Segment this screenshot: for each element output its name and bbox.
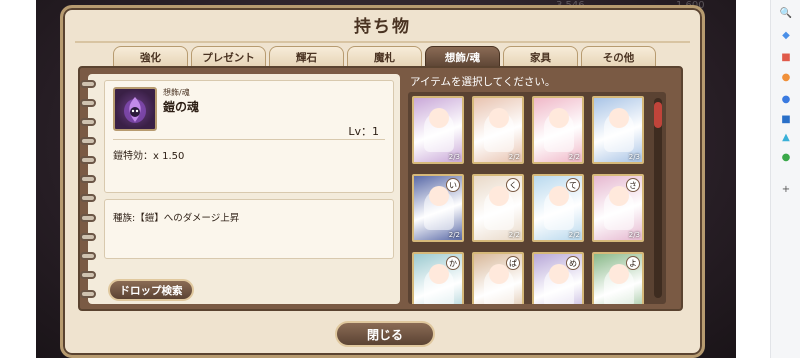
item-card[interactable]: 2/2	[472, 96, 524, 164]
dialog-title: 持ち物	[354, 17, 411, 37]
tab-accessory-soul[interactable]: 想飾/魂	[425, 46, 500, 68]
card-badge: い	[446, 178, 460, 192]
character-head	[429, 186, 449, 206]
grid-instruction: アイテムを選択してください。	[410, 76, 556, 88]
item-card[interactable]: 2/3	[412, 96, 464, 164]
inventory-dialog: 持ち物 強化 プレゼント 輝石 魔札 想飾/魂 家具 その他 想飾/魂 鎧の魂 …	[60, 5, 705, 358]
search-icon[interactable]: 🔍	[779, 6, 793, 20]
ring	[80, 194, 96, 203]
browser-margin	[736, 0, 770, 358]
card-count: 2/2	[508, 153, 520, 161]
card-divider	[113, 139, 385, 140]
character-head	[429, 264, 449, 284]
item-card[interactable]: て 2/2	[532, 174, 584, 242]
ring	[80, 213, 96, 222]
scroll-thumb[interactable]	[654, 102, 662, 128]
item-card[interactable]: よ	[592, 252, 644, 304]
tab-furniture[interactable]: 家具	[503, 46, 578, 68]
card-badge: よ	[626, 256, 640, 270]
card-count: 2/3	[628, 153, 640, 161]
character-head	[549, 186, 569, 206]
card-count: 2/2	[568, 231, 580, 239]
card-count: 2/3	[448, 153, 460, 161]
add-icon[interactable]: +	[779, 182, 793, 196]
purple-flame-soul-icon	[113, 87, 157, 131]
tab-gem[interactable]: 輝石	[269, 46, 344, 68]
ring	[80, 289, 96, 298]
character-head	[609, 108, 629, 128]
item-description: 種族:【鎧】へのダメージ上昇	[113, 213, 240, 224]
ring	[80, 175, 96, 184]
extension-orange-icon[interactable]: ●	[779, 70, 793, 84]
extension-cyan-icon[interactable]: ▲	[779, 130, 793, 144]
item-name: 鎧の魂	[163, 100, 200, 114]
title-divider	[75, 41, 690, 43]
card-badge: か	[446, 256, 460, 270]
card-count: 2/2	[448, 231, 460, 239]
item-card[interactable]: い 2/2	[412, 174, 464, 242]
character-head	[429, 108, 449, 128]
item-category: 想飾/魂	[163, 88, 190, 97]
extension-blue-2-icon[interactable]: ●	[779, 92, 793, 106]
ring	[80, 232, 96, 241]
item-description-card: 種族:【鎧】へのダメージ上昇	[104, 199, 394, 259]
item-card[interactable]: ぱ	[472, 252, 524, 304]
item-card[interactable]: さ 2/3	[592, 174, 644, 242]
character-head	[489, 264, 509, 284]
ring	[80, 156, 96, 165]
ring	[80, 80, 96, 88]
extension-blue-icon[interactable]: ◆	[779, 28, 793, 42]
ring	[80, 118, 96, 127]
extension-red-icon[interactable]: ■	[779, 50, 793, 64]
tab-enhance[interactable]: 強化	[113, 46, 188, 68]
tab-other[interactable]: その他	[581, 46, 656, 68]
character-head	[549, 108, 569, 128]
character-head	[549, 264, 569, 284]
browser-side-toolbar: 🔍 ◆ ■ ● ● ■ ▲ ● +	[770, 0, 800, 358]
item-info-card: 想飾/魂 鎧の魂 Lv：1 鎧特効：x 1.50	[104, 80, 394, 193]
card-badge: ぱ	[506, 256, 520, 270]
item-card[interactable]: 2/2	[532, 96, 584, 164]
item-level: Lv：1	[348, 125, 379, 138]
card-badge: さ	[626, 178, 640, 192]
ring	[80, 99, 96, 108]
ring	[80, 251, 96, 260]
item-grid-panel: 2/3 2/2 2/2 2/3 い 2/2 く 2/2 て 2/2 さ 2/3 か ぱ め よ	[408, 92, 666, 304]
card-count: 2/2	[568, 153, 580, 161]
ring	[80, 270, 96, 279]
notebook-rings	[80, 80, 96, 298]
extension-green-icon[interactable]: ●	[779, 150, 793, 164]
item-card[interactable]: め	[532, 252, 584, 304]
character-head	[489, 108, 509, 128]
item-card[interactable]: か	[412, 252, 464, 304]
content-frame: 想飾/魂 鎧の魂 Lv：1 鎧特効：x 1.50 種族:【鎧】へのダメージ上昇 …	[78, 66, 683, 311]
drop-search-button[interactable]: ドロップ検索	[108, 279, 194, 301]
tab-magic-card[interactable]: 魔札	[347, 46, 422, 68]
card-count: 2/2	[508, 231, 520, 239]
card-badge: く	[506, 178, 520, 192]
grid-scrollbar[interactable]	[654, 98, 662, 298]
tab-present[interactable]: プレゼント	[191, 46, 266, 68]
character-head	[489, 186, 509, 206]
ring	[80, 137, 96, 146]
extension-outlook-icon[interactable]: ■	[779, 112, 793, 126]
item-stat: 鎧特効：x 1.50	[113, 151, 185, 162]
card-count: 2/3	[628, 231, 640, 239]
close-button[interactable]: 閉じる	[335, 321, 435, 347]
character-head	[609, 264, 629, 284]
item-card[interactable]: 2/3	[592, 96, 644, 164]
card-badge: て	[566, 178, 580, 192]
item-card[interactable]: く 2/2	[472, 174, 524, 242]
card-badge: め	[566, 256, 580, 270]
item-card-grid: 2/3 2/2 2/2 2/3 い 2/2 く 2/2 て 2/2 さ 2/3 か ぱ め よ	[412, 96, 648, 304]
character-head	[609, 186, 629, 206]
item-detail-notebook: 想飾/魂 鎧の魂 Lv：1 鎧特効：x 1.50 種族:【鎧】へのダメージ上昇 …	[80, 74, 400, 304]
